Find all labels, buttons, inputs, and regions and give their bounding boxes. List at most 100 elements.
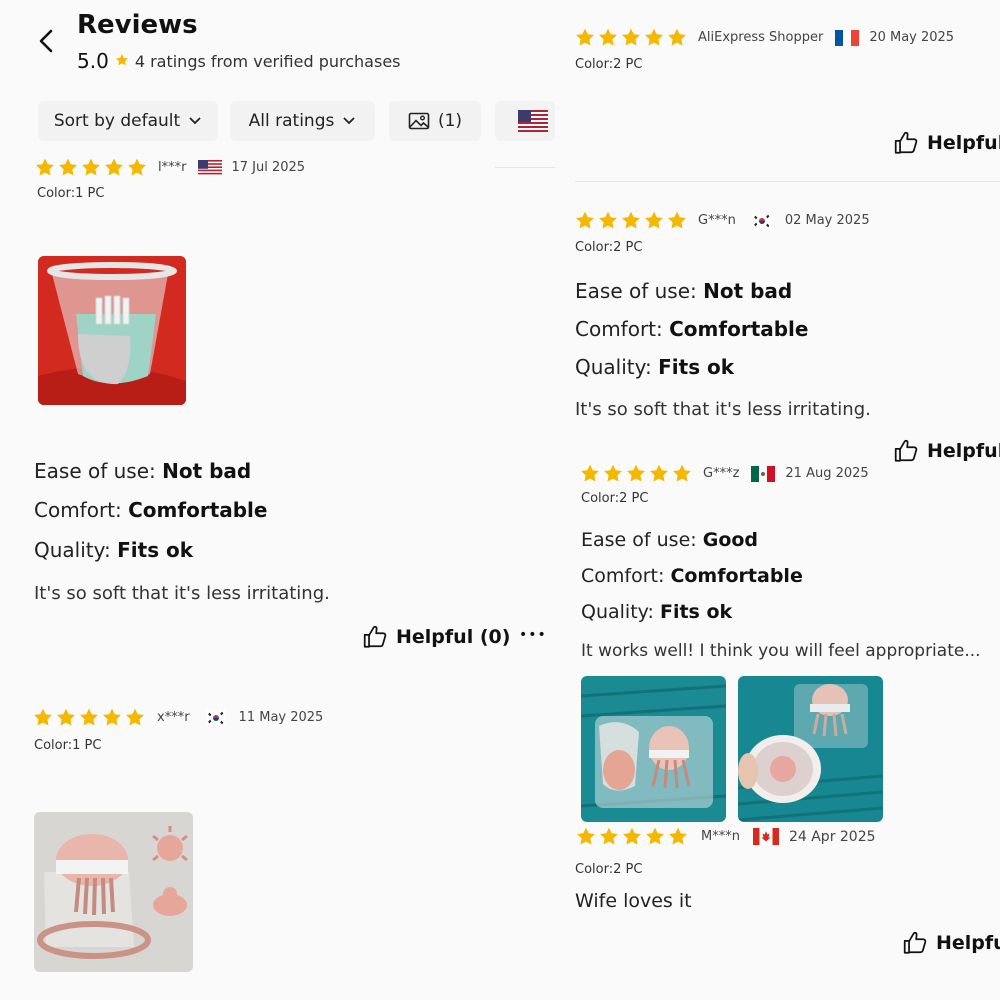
star-icon <box>579 463 601 484</box>
helpful-label: Helpful <box>936 932 1000 954</box>
rating-summary: 5.0 4 ratings from verified purchases <box>77 49 401 73</box>
star-icon <box>643 27 665 48</box>
divider <box>575 181 1000 182</box>
star-rating <box>575 826 689 847</box>
review-date: 21 Aug 2025 <box>785 466 869 481</box>
review-text: Wife loves it <box>575 890 692 912</box>
back-button[interactable] <box>36 28 58 58</box>
star-icon <box>101 707 123 728</box>
more-icon[interactable]: ••• <box>519 627 547 643</box>
variant-label: Color:2 PC <box>575 862 643 877</box>
review-date: 24 Apr 2025 <box>788 828 876 845</box>
star-icon <box>55 707 77 728</box>
thumbs-up-icon <box>893 438 919 464</box>
variant-label: Color:2 PC <box>581 491 649 506</box>
product-photo-image <box>34 812 193 972</box>
thumbs-up-icon <box>893 130 919 156</box>
country-filter-button[interactable] <box>495 101 555 141</box>
chevron-down-icon <box>343 117 355 125</box>
variant-label: Color:2 PC <box>575 240 643 255</box>
thumbs-up-icon <box>362 624 388 650</box>
review-date: 17 Jul 2025 <box>231 160 306 175</box>
star-rating <box>574 27 688 48</box>
image-icon <box>408 112 430 130</box>
star-rating <box>34 157 148 178</box>
product-photo-image <box>38 256 186 405</box>
review-photo[interactable] <box>34 812 193 972</box>
helpful-label: Helpful (0) <box>396 626 511 648</box>
ease-of-use: Ease of use: Good <box>581 529 759 551</box>
review-date: 11 May 2025 <box>238 710 324 725</box>
star-icon <box>574 210 596 231</box>
star-icon <box>34 157 56 178</box>
star-icon <box>666 210 688 231</box>
reviewer-name: l***r <box>158 160 187 175</box>
mx-flag-icon <box>751 465 776 482</box>
review-photo[interactable] <box>581 676 726 822</box>
review-text: It's so soft that it's less irritating. <box>575 399 871 420</box>
quality: Quality: Fits ok <box>575 355 735 379</box>
star-icon <box>574 27 596 48</box>
sort-dropdown[interactable]: Sort by default <box>38 101 218 141</box>
helpful-button[interactable]: Helpful <box>893 130 1000 156</box>
review-header: G***n 02 May 2025 <box>574 210 870 231</box>
star-icon <box>666 27 688 48</box>
star-icon <box>621 826 643 847</box>
reviewer-name: x***r <box>157 710 190 725</box>
star-icon <box>126 157 148 178</box>
ca-flag-icon <box>752 828 779 845</box>
ratings-dropdown[interactable]: All ratings <box>230 101 375 141</box>
review-header: x***r 11 May 2025 <box>32 707 323 728</box>
star-icon <box>115 52 129 71</box>
thumbs-up-icon <box>902 930 928 956</box>
comfort: Comfort: Comfortable <box>34 498 268 522</box>
helpful-label: Helpful <box>927 440 1000 462</box>
chevron-left-icon <box>39 29 53 53</box>
variant-label: Color:1 PC <box>37 186 105 201</box>
comfort: Comfort: Comfortable <box>575 317 809 341</box>
star-icon <box>103 157 125 178</box>
review-text: It works well! I think you will feel app… <box>581 641 981 661</box>
page-title: Reviews <box>77 10 198 40</box>
star-icon <box>643 210 665 231</box>
ratings-label: All ratings <box>248 111 335 131</box>
reviewer-name: G***n <box>698 213 736 228</box>
photo-filter-button[interactable]: (1) <box>389 101 481 141</box>
star-icon <box>648 463 670 484</box>
star-icon <box>80 157 102 178</box>
helpful-button[interactable]: Helpful <box>902 930 1000 956</box>
comfort: Comfort: Comfortable <box>581 565 803 587</box>
chevron-down-icon <box>189 117 201 125</box>
helpful-button[interactable]: Helpful <box>893 438 1000 464</box>
review-text: It's so soft that it's less irritating. <box>34 583 330 604</box>
review-photo[interactable] <box>38 256 186 405</box>
star-icon <box>667 826 689 847</box>
star-icon <box>57 157 79 178</box>
divider <box>495 167 555 168</box>
quality: Quality: Fits ok <box>34 538 194 562</box>
reviewer-name: M***n <box>701 829 740 844</box>
reviewer-name: AliExpress Shopper <box>698 30 824 45</box>
review-photo[interactable] <box>738 676 883 822</box>
us-flag-icon <box>198 159 223 176</box>
us-flag-icon <box>518 110 548 132</box>
ease-of-use: Ease of use: Not bad <box>34 459 252 483</box>
helpful-button[interactable]: Helpful (0) <box>362 624 510 650</box>
star-rating <box>32 707 146 728</box>
rating-value: 5.0 <box>77 49 109 73</box>
star-icon <box>597 27 619 48</box>
fr-flag-icon <box>835 29 860 46</box>
star-icon <box>602 463 624 484</box>
variant-label: Color:2 PC <box>575 57 643 72</box>
star-rating <box>579 463 693 484</box>
kr-flag-icon <box>751 212 772 229</box>
star-icon <box>597 210 619 231</box>
review-header: l***r 17 Jul 2025 <box>34 157 305 178</box>
review-date: 20 May 2025 <box>869 30 955 45</box>
photo-count: (1) <box>437 111 463 131</box>
star-icon <box>124 707 146 728</box>
right-panel: AliExpress Shopper 20 May 2025 Color:2 P… <box>555 0 1000 1000</box>
review-header: G***z 21 Aug 2025 <box>579 463 869 484</box>
review-header: M***n 24 Apr 2025 <box>575 826 876 847</box>
star-icon <box>575 826 597 847</box>
